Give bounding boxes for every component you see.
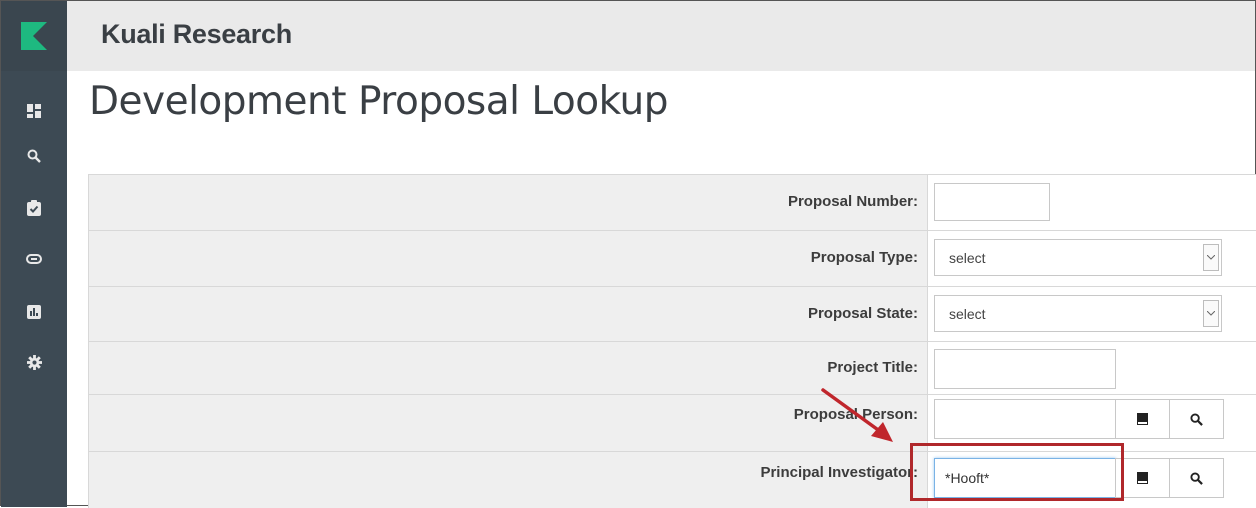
chevron-down-icon[interactable]: [1203, 300, 1219, 327]
book-icon: [1137, 413, 1148, 425]
proposal-person-input[interactable]: [934, 399, 1116, 439]
chevron-down-icon[interactable]: [1203, 244, 1219, 271]
proposal-state-cell: select: [927, 287, 1256, 341]
annotation-arrow-icon: [821, 388, 893, 442]
proposal-type-label: Proposal Type:: [810, 249, 918, 266]
row-proposal-state: Proposal State: select: [89, 287, 1256, 342]
proposal-type-cell: select: [927, 231, 1256, 286]
project-title-input[interactable]: [934, 349, 1116, 389]
header-bar: Kuali Research: [67, 1, 1255, 71]
proposal-number-input[interactable]: [934, 183, 1050, 221]
sidebar-item-settings[interactable]: [1, 347, 67, 377]
project-title-cell: [927, 342, 1256, 394]
proposal-state-selected: select: [949, 306, 986, 322]
proposal-state-label: Proposal State:: [807, 305, 918, 322]
proposal-number-cell: [927, 175, 1256, 230]
proposal-number-label: Proposal Number:: [787, 193, 918, 210]
dashboard-icon: [27, 104, 41, 118]
principal-investigator-search-button[interactable]: [1169, 458, 1224, 498]
row-project-title: Project Title:: [89, 342, 1256, 395]
row-proposal-type: Proposal Type: select: [89, 231, 1256, 287]
gear-icon: [26, 354, 42, 370]
sidebar-item-reports[interactable]: [1, 297, 67, 327]
link-icon: [26, 254, 42, 264]
search-icon: [1190, 471, 1203, 485]
kuali-logo[interactable]: [1, 1, 67, 71]
proposal-person-search-button[interactable]: [1169, 399, 1224, 439]
principal-investigator-label: Principal Investigator:: [760, 464, 918, 481]
proposal-state-select[interactable]: select: [934, 295, 1222, 332]
sidebar-item-tasks[interactable]: [1, 193, 67, 223]
app-title[interactable]: Kuali Research: [101, 19, 292, 50]
report-chart-icon: [27, 305, 41, 319]
proposal-type-select[interactable]: select: [934, 239, 1222, 276]
search-icon: [27, 149, 41, 163]
clipboard-check-icon: [27, 200, 41, 216]
book-icon: [1137, 472, 1148, 484]
sidebar: [1, 1, 67, 507]
sidebar-item-search[interactable]: [1, 141, 67, 171]
page-title: Development Proposal Lookup: [89, 79, 669, 124]
proposal-person-directory-button[interactable]: [1115, 399, 1170, 439]
sidebar-item-dashboard[interactable]: [1, 96, 67, 126]
annotation-highlight-box: [910, 443, 1124, 501]
sidebar-item-links[interactable]: [1, 244, 67, 274]
project-title-label: Project Title:: [827, 359, 918, 376]
proposal-type-selected: select: [949, 250, 986, 266]
search-icon: [1190, 412, 1203, 426]
kuali-logo-icon: [21, 22, 47, 50]
row-proposal-number: Proposal Number:: [89, 175, 1256, 231]
